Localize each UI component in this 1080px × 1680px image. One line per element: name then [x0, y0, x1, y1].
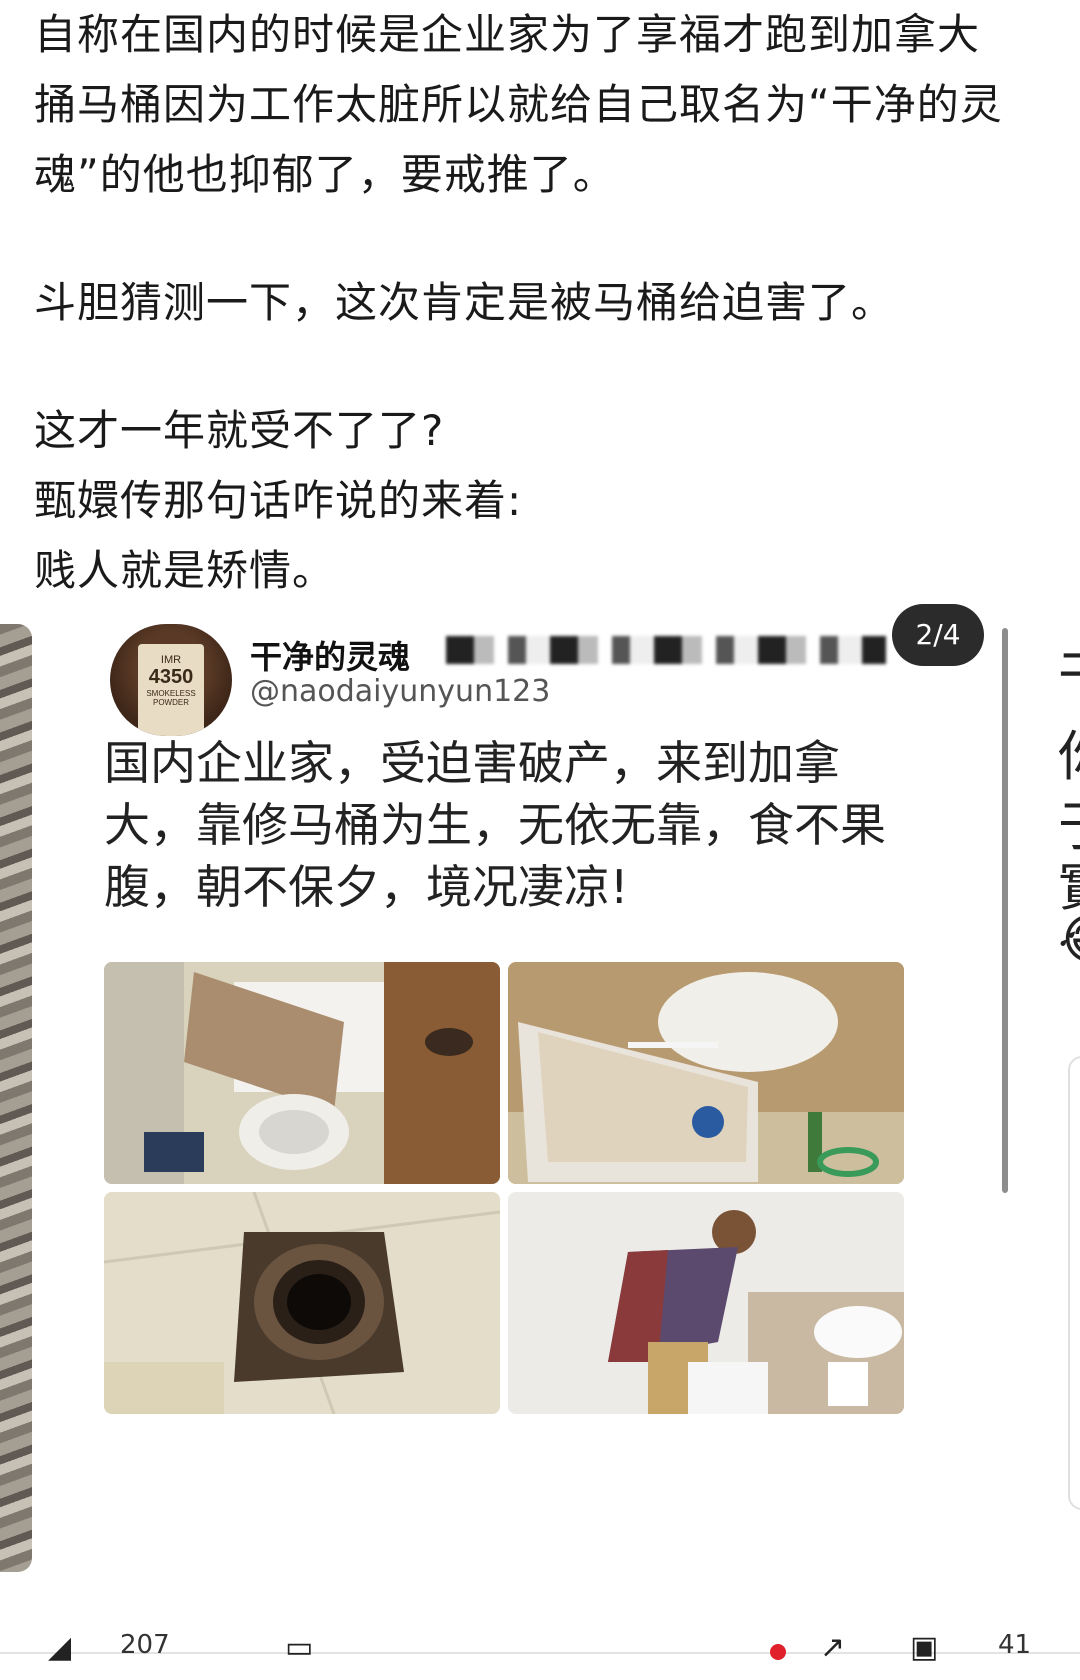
post-line: 贱人就是矫情。	[34, 546, 336, 595]
post-line: 斗胆猜测一下，这次肯定是被马桶给迫害了。	[34, 278, 895, 327]
next-image-peek[interactable]: 干 你 于 實 😂	[1038, 624, 1080, 1574]
like-count: 207	[120, 1630, 170, 1660]
post-line: 自称在国内的时候是企业家为了享福才跑到加拿大	[34, 10, 981, 59]
pixelated-name-region	[446, 636, 886, 664]
previous-image-peek[interactable]	[0, 624, 32, 1572]
post-line: 捅马桶因为工作太脏所以就给自己取名为“干净的灵	[34, 80, 1003, 129]
peek-char: 你	[1058, 712, 1080, 791]
toilet-repair-photo-3	[104, 1192, 500, 1414]
peek-char: 干	[1058, 632, 1080, 711]
action-bar: ◢ 207 ▭ ↗ ▣ 41	[0, 1630, 1080, 1680]
tweet-text: 国内企业家，受迫害破产，来到加拿大，靠修马桶为生，无依无靠，食不果腹，朝不保夕，…	[104, 736, 886, 914]
carousel-image-tweet-screenshot[interactable]: IMR 4350 SMOKELESS POWDER 干净的灵魂 @naodaiy…	[62, 604, 1006, 1574]
post-line: 这才一年就受不了了?	[34, 406, 445, 455]
author-name: 干净的灵魂	[250, 638, 411, 676]
avatar-label: IMR 4350 SMOKELESS POWDER	[138, 644, 204, 736]
bookmark-icon[interactable]: ▭	[285, 1630, 313, 1665]
like-icon[interactable]: ◢	[48, 1630, 71, 1665]
post-line: 魂”的他也抑郁了，要戒推了。	[34, 150, 616, 199]
avatar-text: SMOKELESS POWDER	[146, 689, 196, 707]
toilet-repair-photo-1	[104, 962, 500, 1184]
scroll-indicator	[1002, 628, 1008, 1193]
author-avatar: IMR 4350 SMOKELESS POWDER	[110, 624, 232, 736]
page-indicator: 2/4	[892, 604, 984, 666]
toilet-repair-photo-4	[508, 1192, 904, 1414]
share-icon[interactable]: ↗	[820, 1630, 845, 1665]
notification-dot	[770, 1644, 786, 1660]
avatar-number: 4350	[148, 666, 194, 688]
post-line: 甄嬛传那句话咋说的来着:	[34, 476, 523, 525]
peek-embedded-card	[1068, 1056, 1080, 1510]
peek-emoji: 😂	[1058, 908, 1080, 971]
image-carousel[interactable]: IMR 4350 SMOKELESS POWDER 干净的灵魂 @naodaiy…	[0, 604, 1080, 1574]
author-handle: @naodaiyunyun123	[250, 674, 551, 709]
comment-count: 41	[998, 1630, 1032, 1660]
avatar-brand: IMR	[160, 654, 182, 666]
comment-icon[interactable]: ▣	[910, 1630, 938, 1665]
toilet-repair-photo-2	[508, 962, 904, 1184]
post-body: 自称在国内的时候是企业家为了享福才跑到加拿大 捅马桶因为工作太脏所以就给自己取名…	[34, 0, 1044, 606]
